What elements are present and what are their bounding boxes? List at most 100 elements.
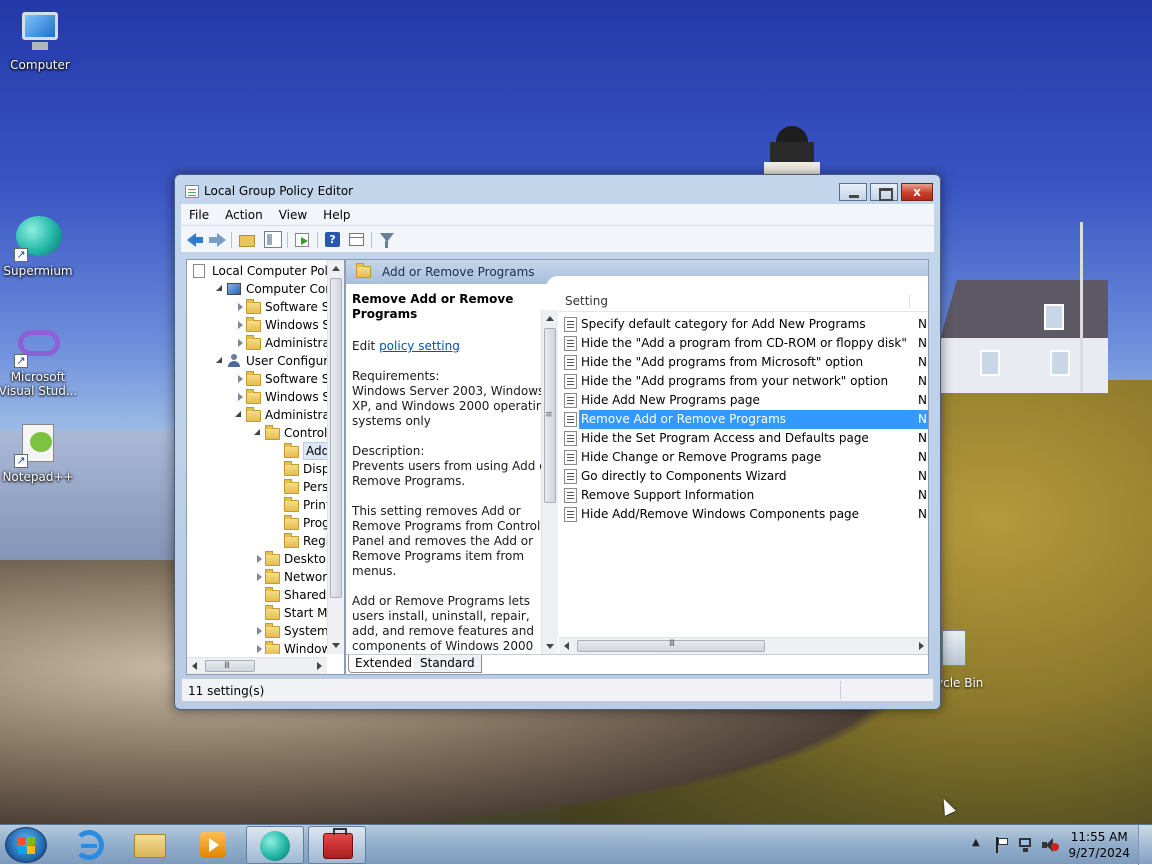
tree-item[interactable]: Printer: [187, 496, 327, 514]
scroll-down-icon[interactable]: [332, 643, 340, 648]
collapse-arrow-icon[interactable]: [216, 285, 222, 291]
tree-item[interactable]: Control Pa: [187, 424, 327, 442]
collapse-arrow-icon[interactable]: [216, 357, 222, 363]
minimize-button[interactable]: [839, 183, 867, 201]
expand-arrow-icon[interactable]: [257, 627, 262, 635]
tree-item[interactable]: Region: [187, 532, 327, 550]
tree-item[interactable]: Network: [187, 568, 327, 586]
show-desktop-button[interactable]: [1138, 825, 1152, 865]
tree-item[interactable]: User Configuratio: [187, 352, 327, 370]
tree-item[interactable]: Software Setti: [187, 370, 327, 388]
menu-help[interactable]: Help: [315, 205, 358, 225]
tab-standard[interactable]: Standard: [414, 655, 482, 673]
taskbar-internet-explorer[interactable]: [60, 826, 118, 864]
tree-item[interactable]: Windows Setti: [187, 316, 327, 334]
tree-item[interactable]: Windows Setti: [187, 388, 327, 406]
desktop-icon-computer[interactable]: Computer: [0, 8, 80, 72]
policy-setting-row[interactable]: Hide the "Add a program from CD-ROM or f…: [559, 334, 928, 353]
expand-arrow-icon[interactable]: [238, 321, 243, 329]
policy-setting-name: Hide the "Add programs from your network…: [581, 374, 889, 388]
scroll-left-icon[interactable]: [192, 662, 197, 670]
clock[interactable]: 11:55 AM 9/27/2024: [1068, 829, 1130, 861]
expand-arrow-icon[interactable]: [257, 645, 262, 653]
tree-vertical-scrollbar[interactable]: [327, 260, 344, 654]
taskbar-group-policy-editor[interactable]: [308, 826, 366, 864]
menu-view[interactable]: View: [271, 205, 315, 225]
tree-item[interactable]: Start Menu: [187, 604, 327, 622]
policy-setting-row[interactable]: Hide the Set Program Access and Defaults…: [559, 429, 928, 448]
forward-button[interactable]: [207, 230, 227, 250]
export-list-button[interactable]: [293, 230, 313, 250]
menu-action[interactable]: Action: [217, 205, 271, 225]
tree-item[interactable]: Computer Configu: [187, 280, 327, 298]
scroll-right-icon[interactable]: [317, 662, 322, 670]
expand-arrow-icon[interactable]: [238, 303, 243, 311]
scroll-thumb[interactable]: III: [205, 660, 255, 672]
scroll-right-icon[interactable]: [919, 642, 924, 650]
maximize-button[interactable]: [870, 183, 898, 201]
up-one-level-button[interactable]: [237, 230, 257, 250]
back-button[interactable]: [185, 230, 205, 250]
tree-item[interactable]: Desktop: [187, 550, 327, 568]
close-button[interactable]: x: [901, 183, 933, 201]
tree-item[interactable]: Software Setti: [187, 298, 327, 316]
tree-item[interactable]: Administrative: [187, 334, 327, 352]
list-horizontal-scrollbar[interactable]: III: [559, 637, 928, 654]
expand-arrow-icon[interactable]: [238, 375, 243, 383]
title-bar[interactable]: Local Group Policy Editor x: [175, 175, 940, 205]
description-scrollbar[interactable]: ≡: [541, 310, 558, 655]
policy-setting-row[interactable]: Hide Add/Remove Windows Components page N: [559, 505, 928, 524]
volume-muted-icon[interactable]: [1042, 837, 1059, 853]
expand-arrow-icon[interactable]: [257, 573, 262, 581]
column-divider[interactable]: [909, 294, 910, 308]
tree-item-label: Local Computer Polic: [212, 264, 327, 278]
expand-arrow-icon[interactable]: [238, 339, 243, 347]
desktop-icon-visual-studio[interactable]: ↗ Microsoft Visual Stud...: [0, 320, 78, 398]
taskbar-windows-explorer[interactable]: [122, 826, 180, 864]
filter-button[interactable]: [377, 230, 397, 250]
desktop-icon-supermium[interactable]: ↗ Supermium: [0, 214, 78, 278]
show-hidden-icons-button[interactable]: ▲: [972, 837, 988, 853]
collapse-arrow-icon[interactable]: [235, 411, 241, 417]
taskbar-media-player[interactable]: [184, 826, 242, 864]
edit-policy-setting-link[interactable]: policy setting: [379, 339, 460, 353]
policy-setting-row[interactable]: Remove Add or Remove Programs N: [559, 410, 928, 429]
show-hide-console-tree-button[interactable]: [263, 230, 283, 250]
tree-item[interactable]: Display: [187, 460, 327, 478]
policy-setting-row[interactable]: Remove Support Information N: [559, 486, 928, 505]
policy-setting-row[interactable]: Go directly to Components Wizard N: [559, 467, 928, 486]
collapse-arrow-icon[interactable]: [254, 429, 260, 435]
expand-arrow-icon[interactable]: [257, 555, 262, 563]
expand-arrow-icon[interactable]: [238, 393, 243, 401]
policy-setting-row[interactable]: Hide Change or Remove Programs page N: [559, 448, 928, 467]
tree-item[interactable]: System: [187, 622, 327, 640]
policy-setting-row[interactable]: Hide Add New Programs page N: [559, 391, 928, 410]
scroll-thumb[interactable]: [330, 278, 342, 598]
taskbar-supermium[interactable]: [246, 826, 304, 864]
policy-setting-row[interactable]: Hide the "Add programs from Microsoft" o…: [559, 353, 928, 372]
scroll-up-icon[interactable]: [332, 266, 340, 271]
column-header-setting[interactable]: Setting: [565, 294, 608, 308]
tree-item[interactable]: Person: [187, 478, 327, 496]
tree-horizontal-scrollbar[interactable]: III: [187, 657, 327, 674]
tree-item[interactable]: Local Computer Polic: [187, 262, 327, 280]
tree-item[interactable]: Administrative: [187, 406, 327, 424]
policy-setting-row[interactable]: Hide the "Add programs from your network…: [559, 372, 928, 391]
help-button[interactable]: ?: [323, 230, 343, 250]
tree-item[interactable]: Shared Fol: [187, 586, 327, 604]
desktop-icon-recycle-bin[interactable]: ycle Bin: [936, 630, 986, 690]
action-center-flag-icon[interactable]: [994, 837, 1010, 853]
properties-button[interactable]: [347, 230, 367, 250]
desktop-icon-notepad-plus-plus[interactable]: ↗ Notepad++: [0, 420, 78, 484]
policy-setting-row[interactable]: Specify default category for Add New Pro…: [559, 315, 928, 334]
scroll-left-icon[interactable]: [564, 642, 569, 650]
scroll-down-icon[interactable]: [546, 644, 554, 649]
tree-item[interactable]: Add or: [187, 442, 327, 460]
menu-file[interactable]: File: [181, 205, 217, 225]
tab-extended[interactable]: Extended: [348, 655, 419, 673]
scroll-up-icon[interactable]: [546, 316, 554, 321]
start-button[interactable]: [5, 827, 47, 863]
tree-item[interactable]: Windows (: [187, 640, 327, 654]
tree-item[interactable]: Progra: [187, 514, 327, 532]
network-icon[interactable]: [1018, 837, 1034, 853]
